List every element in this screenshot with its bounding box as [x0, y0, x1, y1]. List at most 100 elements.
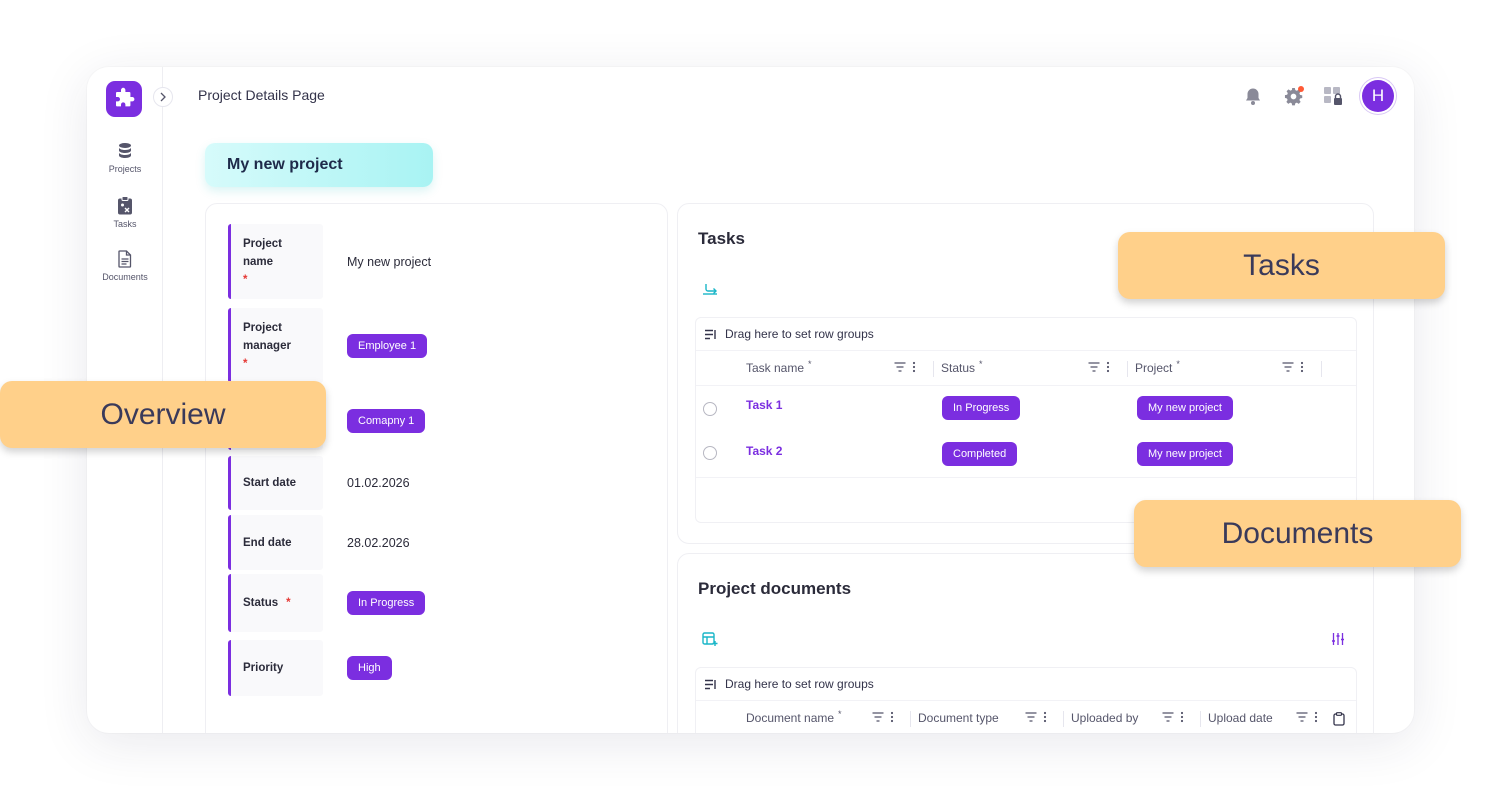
apps-button[interactable] — [1322, 85, 1344, 107]
table-row[interactable]: Task 2 Completed My new project — [696, 432, 1356, 478]
sidebar-collapse-button[interactable] — [153, 87, 173, 107]
sidebar-item-documents[interactable]: Documents — [87, 250, 163, 282]
task-name-link[interactable]: Task 2 — [746, 444, 782, 458]
column-header-document-name[interactable]: Document name * — [746, 701, 842, 734]
notifications-button[interactable] — [1242, 85, 1264, 107]
task-project-chip[interactable]: My new project — [1137, 396, 1233, 420]
column-separator — [1200, 711, 1201, 727]
column-tools — [872, 711, 894, 723]
field-label: Priority — [228, 640, 323, 696]
apps-lock-icon — [1324, 87, 1342, 105]
filter-icon[interactable] — [1296, 712, 1308, 722]
row-group-bar[interactable]: Drag here to set row groups — [696, 668, 1356, 701]
header-actions: H — [1242, 80, 1394, 112]
more-vertical-icon[interactable] — [1300, 361, 1304, 373]
project-tab[interactable]: My new project — [205, 143, 433, 187]
column-separator — [1127, 361, 1128, 377]
status-chip[interactable]: In Progress — [347, 591, 426, 615]
more-vertical-icon[interactable] — [1106, 361, 1110, 373]
column-label: Uploaded by — [1071, 711, 1139, 725]
required-mark: * — [243, 273, 248, 286]
sidebar-item-projects[interactable]: Projects — [87, 142, 163, 174]
overview-panel: Project name * My new project Project ma… — [205, 203, 668, 733]
row-group-hint: Drag here to set row groups — [725, 677, 874, 691]
field-label: Project name * — [228, 224, 323, 299]
more-vertical-icon[interactable] — [1314, 711, 1318, 723]
documents-header-row: Document name * Document type Uploaded by — [696, 701, 1356, 733]
clipboard-check-icon — [1333, 712, 1345, 726]
app-logo[interactable] — [106, 81, 142, 117]
sliders-icon — [1332, 633, 1344, 645]
filter-icon[interactable] — [1282, 362, 1294, 372]
user-avatar[interactable]: H — [1362, 80, 1394, 112]
documents-panel: Project documents Drag here to set row g… — [677, 553, 1374, 733]
more-vertical-icon[interactable] — [1180, 711, 1184, 723]
table-row[interactable]: Task 1 In Progress My new project — [696, 386, 1356, 432]
task-status-chip[interactable]: Completed — [942, 442, 1018, 466]
add-document-button[interactable] — [702, 632, 718, 652]
priority-value: High — [347, 656, 392, 680]
column-tools — [1088, 361, 1110, 373]
sidebar-item-label: Tasks — [113, 219, 137, 229]
more-vertical-icon[interactable] — [912, 361, 916, 373]
page-title: Project Details Page — [198, 87, 325, 103]
more-vertical-icon[interactable] — [1043, 711, 1047, 723]
field-label-text: Status — [243, 597, 279, 609]
row-select-radio[interactable] — [703, 402, 717, 416]
company-chip[interactable]: Comapny 1 — [347, 409, 426, 433]
tasks-title: Tasks — [698, 229, 745, 248]
column-header-status[interactable]: Status * — [941, 351, 983, 386]
documents-grid: Drag here to set row groups Document nam… — [695, 667, 1357, 733]
task-project-chip[interactable]: My new project — [1137, 442, 1233, 466]
filter-icon[interactable] — [1162, 712, 1174, 722]
group-lines-icon — [705, 679, 716, 689]
chevron-right-icon — [160, 92, 166, 102]
filter-icon[interactable] — [1025, 712, 1037, 722]
field-label: End date — [228, 515, 323, 570]
add-task-button[interactable] — [702, 282, 718, 301]
column-header-document-type[interactable]: Document type — [918, 701, 999, 734]
documents-title: Project documents — [698, 579, 852, 598]
column-label: Upload date — [1208, 711, 1273, 725]
document-icon — [118, 250, 132, 268]
more-vertical-icon[interactable] — [890, 711, 894, 723]
filter-icon[interactable] — [894, 362, 906, 372]
column-header-task-name[interactable]: Task name * — [746, 351, 812, 386]
field-label-text: Project manager — [243, 321, 291, 352]
filter-icon[interactable] — [872, 712, 884, 722]
employee-chip[interactable]: Employee 1 — [347, 333, 428, 358]
column-separator — [933, 361, 934, 377]
column-label: Document name — [746, 711, 835, 725]
priority-chip[interactable]: High — [347, 656, 392, 680]
column-separator — [1321, 361, 1322, 377]
column-header-upload-date[interactable]: Upload date — [1208, 701, 1273, 734]
clipboard-action[interactable] — [1333, 712, 1345, 729]
task-name-link[interactable]: Task 1 — [746, 398, 782, 412]
column-separator — [1063, 711, 1064, 727]
group-lines-icon — [705, 329, 716, 339]
column-tools — [894, 361, 916, 373]
filter-icon[interactable] — [1088, 362, 1100, 372]
column-label: Status — [941, 361, 976, 375]
task-status-chip[interactable]: In Progress — [942, 396, 1021, 420]
clipboard-icon — [118, 196, 132, 215]
row-select-radio[interactable] — [703, 446, 717, 460]
column-settings-button[interactable] — [1331, 632, 1345, 651]
settings-notification-dot — [1298, 86, 1304, 92]
project-manager-value: Employee 1 — [347, 333, 428, 358]
field-priority: Priority High — [228, 640, 392, 696]
database-icon — [119, 143, 131, 158]
settings-button[interactable] — [1282, 85, 1304, 107]
column-header-project[interactable]: Project * — [1135, 351, 1180, 386]
company-value: Comapny 1 — [347, 409, 426, 433]
column-header-uploaded-by[interactable]: Uploaded by — [1071, 701, 1138, 734]
field-label: Start date — [228, 456, 323, 510]
field-end-date: End date 28.02.2026 — [228, 515, 410, 570]
row-group-bar[interactable]: Drag here to set row groups — [696, 318, 1356, 351]
column-label: Document type — [918, 711, 999, 725]
field-project-manager: Project manager * Employee 1 — [228, 308, 428, 383]
field-label-text: Priority — [243, 662, 284, 674]
sidebar-item-tasks[interactable]: Tasks — [87, 196, 163, 229]
row-group-hint: Drag here to set row groups — [725, 327, 874, 341]
start-date-value: 01.02.2026 — [347, 476, 410, 490]
